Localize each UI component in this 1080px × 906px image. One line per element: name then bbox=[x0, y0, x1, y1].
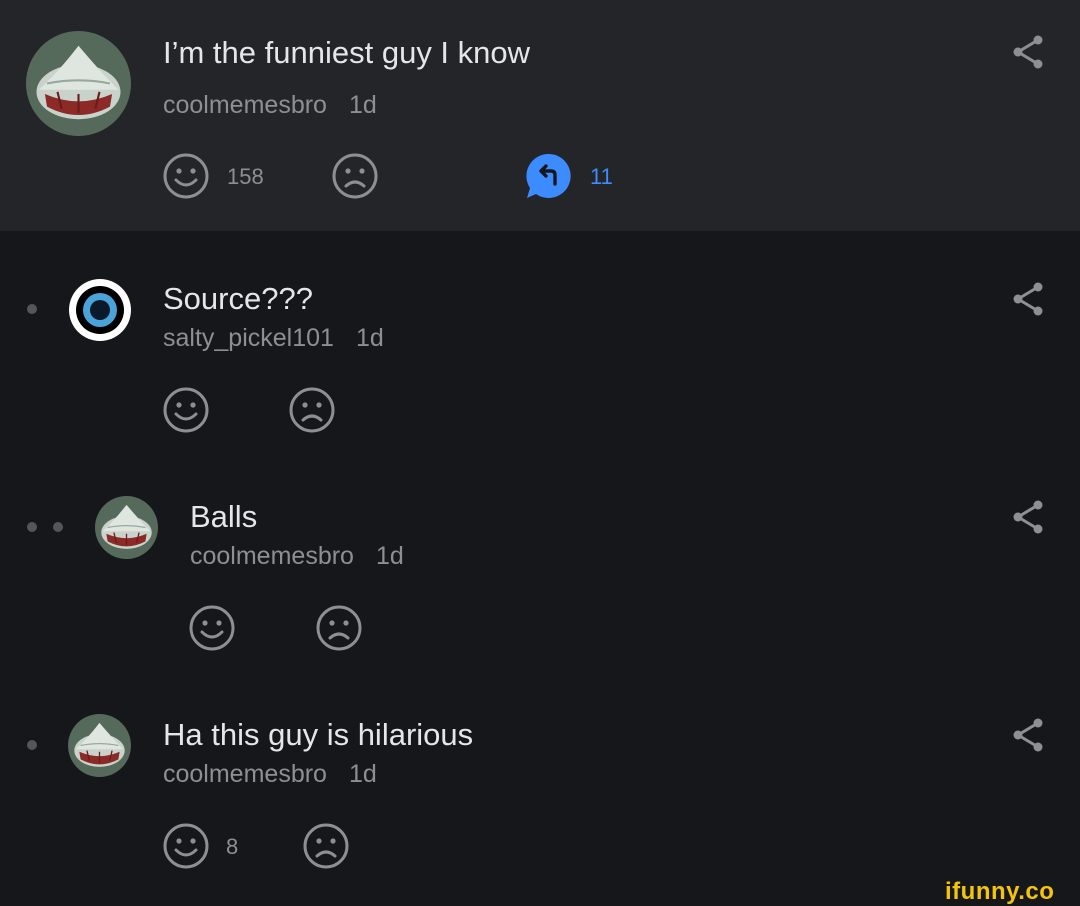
post-meta: coolmemesbro 1d bbox=[163, 93, 377, 118]
comment-meta: coolmemesbro 1d bbox=[163, 762, 377, 787]
smile-icon[interactable] bbox=[162, 386, 210, 434]
comment-text: Source??? bbox=[163, 281, 313, 316]
comment-author-avatar[interactable] bbox=[68, 714, 131, 777]
post-author-name[interactable]: coolmemesbro bbox=[163, 91, 327, 119]
comment-text: Balls bbox=[190, 499, 258, 534]
comment-meta: salty_pickel101 1d bbox=[163, 326, 384, 351]
frown-icon[interactable] bbox=[288, 386, 336, 434]
comment-text: Ha this guy is hilarious bbox=[163, 717, 474, 752]
thread-depth-dot bbox=[27, 740, 37, 750]
comment-time: 1d bbox=[355, 324, 384, 352]
smile-icon[interactable] bbox=[162, 152, 210, 200]
frown-icon[interactable] bbox=[331, 152, 379, 200]
smile-icon[interactable] bbox=[188, 604, 236, 652]
thread-depth-dot bbox=[27, 304, 37, 314]
share-icon[interactable] bbox=[1010, 281, 1046, 317]
smile-count: 8 bbox=[226, 834, 239, 859]
share-icon[interactable] bbox=[1010, 717, 1046, 753]
share-icon[interactable] bbox=[1010, 499, 1046, 535]
comment-author-name[interactable]: coolmemesbro bbox=[190, 542, 354, 570]
ifunny-watermark: ifunny.co bbox=[945, 878, 1055, 905]
post-time: 1d bbox=[348, 91, 377, 119]
post-title: I’m the funniest guy I know bbox=[163, 35, 531, 70]
thread-depth-dot bbox=[27, 522, 37, 532]
share-icon[interactable] bbox=[1010, 34, 1046, 70]
comment-author-avatar[interactable] bbox=[68, 278, 132, 342]
comment-time: 1d bbox=[348, 760, 377, 788]
comment-author-name[interactable]: salty_pickel101 bbox=[163, 324, 334, 352]
post-author-avatar[interactable] bbox=[26, 31, 131, 136]
reply-bubble-icon[interactable] bbox=[524, 151, 574, 201]
smile-icon[interactable] bbox=[162, 822, 210, 870]
smile-count: 158 bbox=[227, 164, 264, 189]
thread-depth-dot bbox=[53, 522, 63, 532]
comment-time: 1d bbox=[375, 542, 404, 570]
reply-count[interactable]: 11 bbox=[590, 166, 613, 188]
comment-author-name[interactable]: coolmemesbro bbox=[163, 760, 327, 788]
frown-icon[interactable] bbox=[315, 604, 363, 652]
comment-meta: coolmemesbro 1d bbox=[190, 544, 404, 569]
comment-author-avatar[interactable] bbox=[95, 496, 158, 559]
frown-icon[interactable] bbox=[302, 822, 350, 870]
